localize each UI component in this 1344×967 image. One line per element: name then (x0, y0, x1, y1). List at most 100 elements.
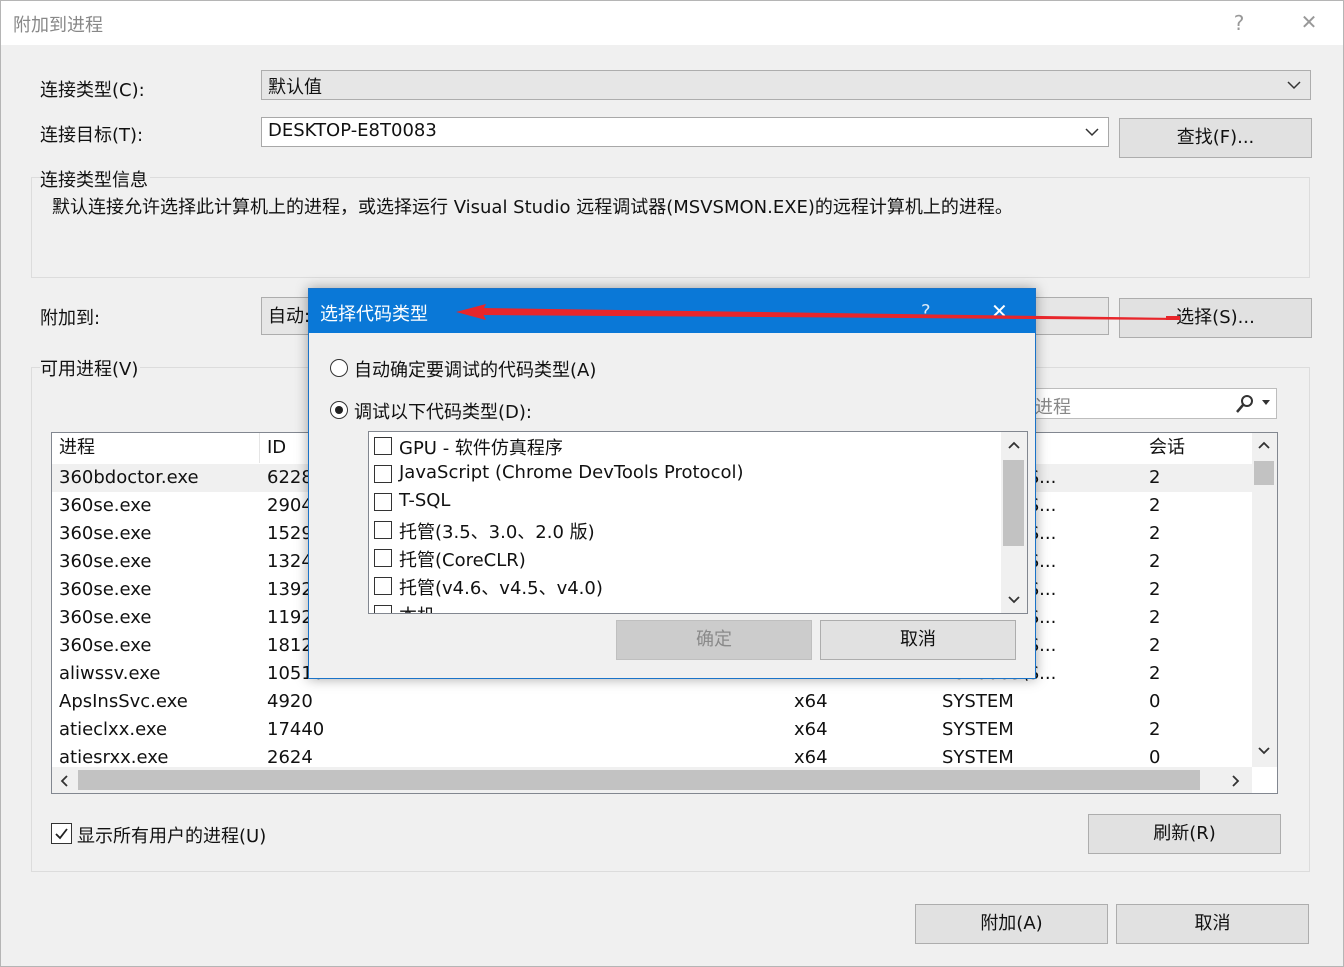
cell-user: SYSTEM (942, 719, 1014, 740)
refresh-button[interactable]: 刷新(R) (1088, 814, 1281, 854)
table-row[interactable]: ApsInsSvc.exe 4920 x64 SYSTEM 0 (52, 688, 1252, 716)
code-type-checkbox[interactable] (374, 521, 392, 539)
code-type-label: 本机 (399, 602, 435, 613)
cell-session: 2 (1149, 495, 1161, 516)
code-type-checkbox[interactable] (374, 465, 392, 483)
connection-target-combo[interactable]: DESKTOP-E8T0083 (261, 117, 1109, 147)
scroll-left-icon[interactable] (58, 773, 70, 789)
process-filter-placeholder: 进程 (1035, 397, 1071, 418)
scroll-thumb[interactable] (1254, 461, 1274, 485)
cell-session: 2 (1149, 607, 1161, 628)
hscroll-thumb[interactable] (78, 770, 1200, 790)
code-type-scrollbar[interactable] (1001, 432, 1027, 613)
scroll-up-icon[interactable] (1256, 439, 1272, 451)
cell-id: 2904 (267, 495, 313, 516)
close-button[interactable]: ✕ (1289, 10, 1329, 34)
connection-info-label: 连接类型信息 (40, 166, 150, 192)
cell-id: 1529 (267, 523, 313, 544)
cell-session: 2 (1149, 467, 1161, 488)
cell-session: 2 (1149, 523, 1161, 544)
column-header-session[interactable]: 会话 (1142, 433, 1252, 463)
attach-to-label: 附加到: (40, 308, 101, 329)
chevron-down-icon (1287, 81, 1301, 90)
chevron-down-icon (1085, 128, 1099, 137)
cell-process: 360se.exe (59, 635, 152, 656)
process-vertical-scrollbar[interactable] (1252, 433, 1277, 767)
code-type-label: GPU - 软件仿真程序 (399, 438, 563, 459)
attach-button[interactable]: 附加(A) (915, 904, 1108, 944)
connection-info-text: 默认连接允许选择此计算机上的进程，或选择运行 Visual Studio 远程调… (52, 197, 1013, 218)
annotation-arrow-head (456, 304, 486, 320)
connection-type-combo[interactable]: 默认值 (261, 70, 1311, 100)
code-type-checkbox[interactable] (374, 577, 392, 595)
dialog-ok-button[interactable]: 确定 (616, 620, 812, 660)
code-type-item[interactable]: 托管(CoreCLR) (373, 544, 993, 572)
dialog-cancel-button[interactable]: 取消 (820, 620, 1016, 660)
scroll-right-icon[interactable] (1230, 773, 1242, 789)
process-horizontal-scrollbar[interactable] (52, 767, 1252, 793)
cell-process: ApsInsSvc.exe (59, 691, 188, 712)
code-type-item[interactable]: 托管(3.5、3.0、2.0 版) (373, 516, 993, 544)
code-type-checkbox[interactable] (374, 493, 392, 511)
help-button[interactable]: ? (1219, 11, 1259, 35)
cell-process: 360bdoctor.exe (59, 467, 199, 488)
caret-down-icon[interactable] (1261, 399, 1271, 407)
find-button[interactable]: 查找(F)... (1119, 118, 1312, 158)
cell-process: 360se.exe (59, 579, 152, 600)
cell-user: SYSTEM (942, 691, 1014, 712)
cell-session: 2 (1149, 719, 1161, 740)
cell-id: 1192 (267, 607, 313, 628)
show-all-users-label[interactable]: 显示所有用户的进程(U) (77, 822, 266, 848)
cell-type: x64 (794, 719, 828, 740)
cell-process: 360se.exe (59, 523, 152, 544)
code-type-list[interactable]: GPU - 软件仿真程序 JavaScript (Chrome DevTools … (368, 431, 1028, 614)
show-all-users-checkbox[interactable] (51, 823, 72, 844)
cancel-button[interactable]: 取消 (1116, 904, 1309, 944)
cell-process: 360se.exe (59, 495, 152, 516)
annotation-arrow (456, 304, 1180, 320)
table-row[interactable]: atieclxx.exe 17440 x64 SYSTEM 2 (52, 716, 1252, 744)
column-header-process[interactable]: 进程 (52, 433, 260, 463)
cell-id: 17440 (267, 719, 325, 740)
window-title: 附加到进程 (13, 15, 103, 36)
code-type-item[interactable]: 本机 (373, 600, 993, 613)
code-type-label: 托管(CoreCLR) (399, 550, 526, 571)
code-type-checkbox[interactable] (374, 605, 392, 613)
select-code-type-dialog: 选择代码类型 ? ✕ 自动确定要调试的代码类型(A) 调试以下代码类型(D): … (308, 288, 1036, 679)
code-type-label: 托管(3.5、3.0、2.0 版) (399, 522, 595, 543)
scroll-up-icon[interactable] (1006, 439, 1022, 451)
code-type-item[interactable]: JavaScript (Chrome DevTools Protocol) (373, 460, 993, 488)
cell-id: 1392 (267, 579, 313, 600)
available-processes-label: 可用进程(V) (40, 355, 141, 381)
cell-id: 4920 (267, 691, 313, 712)
cell-session: 2 (1149, 579, 1161, 600)
cell-session: 0 (1149, 691, 1161, 712)
cell-session: 2 (1149, 551, 1161, 572)
connection-target-label: 连接目标(T): (40, 125, 144, 146)
cell-process: 360se.exe (59, 607, 152, 628)
attach-to-value: 自动: (268, 306, 311, 327)
code-type-checkbox[interactable] (374, 437, 392, 455)
cell-process: aliwssv.exe (59, 663, 161, 684)
code-type-checkbox[interactable] (374, 549, 392, 567)
cell-session: 2 (1149, 663, 1161, 684)
auto-detect-radio[interactable] (330, 359, 348, 377)
code-type-item[interactable]: GPU - 软件仿真程序 (373, 432, 993, 460)
connection-type-label: 连接类型(C): (40, 80, 145, 101)
code-type-item[interactable]: 托管(v4.6、v4.5、v4.0) (373, 572, 993, 600)
scroll-down-icon[interactable] (1256, 745, 1272, 757)
connection-target-value: DESKTOP-E8T0083 (268, 120, 437, 141)
manual-code-type-label[interactable]: 调试以下代码类型(D): (354, 398, 532, 424)
cell-type: x64 (794, 691, 828, 712)
scroll-thumb[interactable] (1003, 460, 1024, 546)
annotation-arrow-shaft (480, 308, 1180, 320)
title-bar: 附加到进程 ? ✕ (0, 0, 1344, 45)
cell-id: 6228 (267, 467, 313, 488)
search-icon[interactable] (1235, 394, 1257, 414)
code-type-item[interactable]: T-SQL (373, 488, 993, 516)
dialog-title: 选择代码类型 (320, 304, 428, 325)
auto-detect-label[interactable]: 自动确定要调试的代码类型(A) (354, 356, 596, 382)
scroll-down-icon[interactable] (1006, 594, 1022, 606)
code-type-label: JavaScript (Chrome DevTools Protocol) (399, 462, 744, 483)
manual-code-type-radio[interactable] (330, 401, 348, 419)
